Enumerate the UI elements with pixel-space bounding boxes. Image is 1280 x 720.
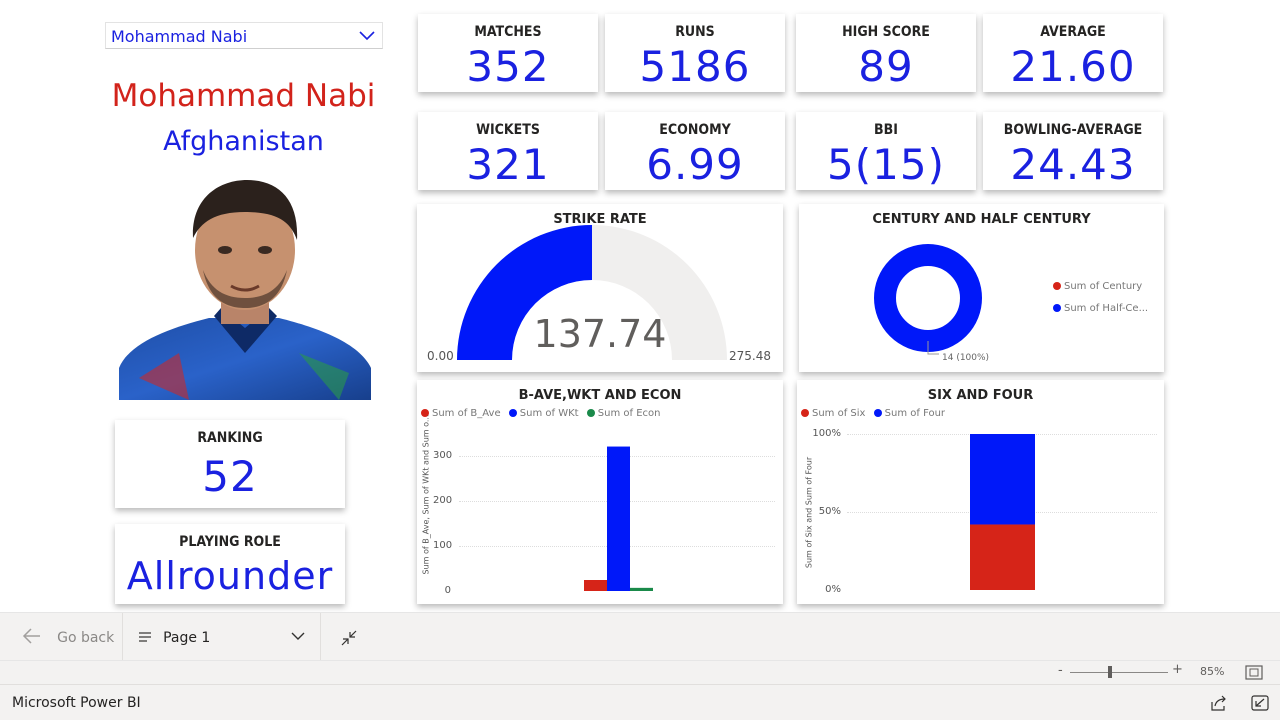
go-back-label: Go back — [57, 630, 115, 646]
player-country: Afghanistan — [163, 126, 324, 157]
playing-role-card: PLAYING ROLE Allrounder — [115, 524, 345, 604]
donut-slice-half-century — [874, 244, 982, 352]
kpi-average: AVERAGE 21.60 — [983, 14, 1163, 92]
player-name: Mohammad Nabi — [111, 78, 376, 114]
kpi-label: BBI — [874, 122, 898, 138]
playing-role-value: Allrounder — [126, 554, 334, 598]
player-slicer[interactable]: Mohammad Nabi — [105, 22, 383, 49]
fullscreen-icon[interactable] — [1251, 695, 1269, 711]
playing-role-label: PLAYING ROLE — [179, 534, 281, 550]
page-selector[interactable]: Page 1 — [138, 627, 308, 649]
donut-data-label: 14 (100%) — [942, 353, 990, 363]
bar-segment-four[interactable] — [970, 434, 1035, 525]
divider — [320, 613, 321, 661]
sixfour-bars — [970, 434, 1035, 590]
zoom-bar: - + 85% — [0, 660, 1280, 684]
chevron-down-icon[interactable] — [358, 28, 376, 42]
kpi-value: 5(15) — [827, 140, 945, 189]
zoom-slider-thumb[interactable] — [1108, 666, 1112, 678]
kpi-value: 352 — [466, 42, 550, 91]
chevron-down-icon — [291, 632, 305, 640]
list-icon — [139, 632, 151, 642]
century-card[interactable]: CENTURY AND HALF CENTURY 14 (100%) Sum o… — [799, 204, 1164, 372]
kpi-matches: MATCHES 352 — [418, 14, 598, 92]
go-back-button[interactable]: Go back — [22, 627, 114, 646]
legend-dot-blue — [1053, 304, 1061, 312]
kpi-bbi: BBI 5(15) — [796, 112, 976, 190]
bar-wickets[interactable] — [607, 446, 630, 591]
kpi-wickets: WICKETS 321 — [418, 112, 598, 190]
kpi-label: MATCHES — [474, 24, 542, 40]
kpi-label: HIGH SCORE — [842, 24, 930, 40]
ranking-card: RANKING 52 — [115, 420, 345, 508]
kpi-label: AVERAGE — [1040, 24, 1106, 40]
strike-rate-value: 137.74 — [533, 312, 667, 356]
legend-dot-red — [1053, 282, 1061, 290]
ranking-value: 52 — [202, 452, 258, 501]
legend-item-century[interactable]: Sum of Century — [1053, 281, 1142, 292]
bave-bars — [584, 446, 653, 591]
gauge-min-label: 0.00 — [427, 349, 454, 363]
bar-b-ave[interactable] — [584, 580, 607, 591]
sixfour-card[interactable]: SIX AND FOUR Sum of Six Sum of Four Sum … — [797, 380, 1164, 604]
kpi-economy: ECONOMY 6.99 — [605, 112, 785, 190]
slicer-selected-value: Mohammad Nabi — [111, 27, 248, 46]
zoom-out-button[interactable]: - — [1058, 663, 1063, 678]
kpi-value: 6.99 — [646, 140, 744, 189]
divider — [122, 613, 123, 661]
bave-card[interactable]: B-AVE,WKT AND ECON Sum of B_Ave Sum of W… — [417, 380, 783, 604]
kpi-label: ECONOMY — [659, 122, 731, 138]
zoom-in-button[interactable]: + — [1172, 662, 1183, 677]
kpi-value: 89 — [858, 42, 914, 91]
bar-economy[interactable] — [630, 587, 653, 591]
arrow-left-icon — [22, 628, 40, 644]
kpi-value: 21.60 — [1010, 42, 1136, 91]
legend-item-half-century[interactable]: Sum of Half-Ce... — [1053, 303, 1148, 314]
page-selector-label: Page 1 — [163, 630, 211, 646]
collapse-icon[interactable] — [340, 629, 358, 647]
ranking-label: RANKING — [197, 430, 263, 446]
kpi-high-score: HIGH SCORE 89 — [796, 14, 976, 92]
kpi-label: RUNS — [675, 24, 715, 40]
bar-segment-six[interactable] — [970, 524, 1035, 590]
kpi-value: 5186 — [639, 42, 751, 91]
app-name: Microsoft Power BI — [12, 695, 141, 711]
page-navigation-bar: Go back Page 1 — [0, 612, 1280, 661]
share-icon[interactable] — [1210, 695, 1228, 711]
gauge-max-label: 275.48 — [729, 349, 771, 363]
kpi-value: 24.43 — [1010, 140, 1136, 189]
zoom-level: 85% — [1200, 665, 1225, 678]
kpi-bowling-average: BOWLING-AVERAGE 24.43 — [983, 112, 1163, 190]
kpi-value: 321 — [466, 140, 550, 189]
kpi-runs: RUNS 5186 — [605, 14, 785, 92]
status-bar: Microsoft Power BI — [0, 684, 1280, 720]
player-photo — [119, 180, 371, 400]
kpi-label: WICKETS — [476, 122, 540, 138]
fit-to-page-icon[interactable] — [1245, 665, 1263, 680]
zoom-slider-track[interactable] — [1070, 672, 1168, 673]
kpi-label: BOWLING-AVERAGE — [1003, 122, 1143, 138]
strike-rate-card[interactable]: STRIKE RATE 137.74 0.00 275.48 — [417, 204, 783, 372]
